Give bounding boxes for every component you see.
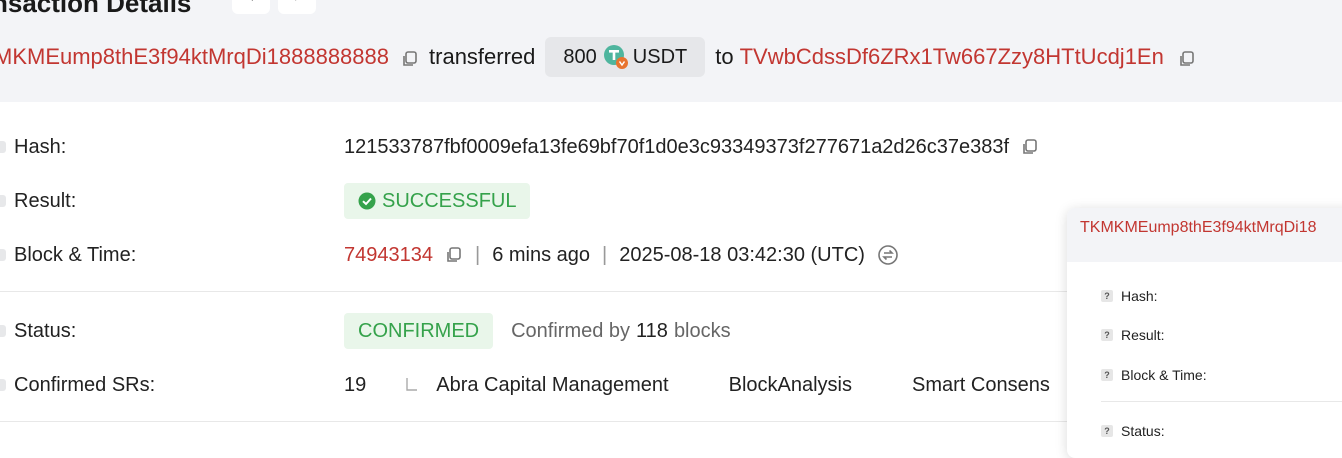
sr-link[interactable]: BlockAnalysis [729,374,852,397]
transferred-text: transferred [429,44,536,69]
timezone-toggle-icon[interactable] [877,244,899,266]
result-label: Result: [14,189,77,212]
confirmed-by-prefix: Confirmed by [511,319,631,342]
block-age: 6 mins ago [492,243,591,266]
copy-icon[interactable] [445,246,463,264]
page-title: nsaction Details [0,0,192,18]
chevron-left-icon [244,0,258,7]
popup-status-label: Status: [1121,423,1165,439]
copy-icon[interactable] [1178,48,1196,66]
confirmed-srs-value-group: 19 Abra Capital Management BlockAnalysis… [344,374,1050,397]
hash-row: Hash: 121533787fbf0009efa13fe69bf70f1d0e… [0,127,1070,167]
token-symbol: USDT [632,45,688,68]
help-icon[interactable]: ? [1101,329,1113,341]
section-divider [0,291,1070,292]
confirmed-by-suffix: blocks [673,319,731,342]
help-icon[interactable] [0,195,6,207]
popup-result-row: ? Result: [1101,327,1165,343]
popup-result-label: Result: [1121,327,1165,343]
block-number-link[interactable]: 74943134 [344,244,433,267]
popup-divider [1101,401,1342,402]
status-row: Status: CONFIRMED Confirmed by 118 block… [0,311,1070,351]
check-circle-icon [358,192,376,210]
popup-hash-row: ? Hash: [1101,288,1158,304]
prev-transaction-button[interactable] [232,0,270,14]
popup-block-label: Block & Time: [1121,367,1207,383]
popup-address[interactable]: TKMKMEump8thE3f94ktMrqDi18 [1080,219,1317,237]
popup-body: ? Hash: ? Result: ? Block & Time: ? Stat… [1078,264,1342,458]
result-row: Result: SUCCESSFUL [0,181,1070,221]
block-time-row: Block & Time: 74943134 | 6 mins ago | 20… [0,235,1070,275]
popup-status-row: ? Status: [1101,423,1165,439]
popup-block-row: ? Block & Time: [1101,367,1207,383]
status-badge: CONFIRMED [344,313,494,349]
block-timestamp: 2025-08-18 03:42:30 (UTC) [619,243,865,266]
token-amount: 800 [563,45,597,68]
help-icon[interactable] [0,141,6,153]
status-value-group: CONFIRMED Confirmed by 118 blocks [344,313,731,349]
confirmed-srs-row: Confirmed SRs: 19 Abra Capital Managemen… [0,365,1070,405]
transfer-line: MKMEump8thE3f94ktMrqDi1888888888 transfe… [0,36,1200,78]
tree-branch-icon [406,378,418,392]
chevron-right-icon [290,0,304,7]
separator: | [474,243,481,266]
separator: | [602,243,608,266]
block-time-label: Block & Time: [14,243,137,266]
result-badge: SUCCESSFUL [344,183,531,219]
sr-link[interactable]: Abra Capital Management [436,374,668,397]
usdt-token-icon [603,44,629,70]
status-label: Status: [14,319,77,342]
from-address-link[interactable]: MKMEump8thE3f94ktMrqDi1888888888 [0,44,389,70]
hash-label: Hash: [14,135,67,158]
help-icon[interactable] [0,325,6,337]
confirmed-by-count: 118 [636,319,668,342]
result-value: SUCCESSFUL [382,189,517,212]
help-icon[interactable]: ? [1101,369,1113,381]
help-icon[interactable] [0,379,6,391]
help-icon[interactable]: ? [1101,290,1113,302]
sr-link[interactable]: Smart Consens [912,374,1050,397]
section-divider [0,421,1070,422]
popup-hash-label: Hash: [1121,288,1158,304]
to-text: to [715,44,734,69]
help-icon[interactable] [0,249,6,261]
hash-value-group: 121533787fbf0009efa13fe69bf70f1d0e3c9334… [344,136,1043,159]
block-time-value-group: 74943134 | 6 mins ago | 2025-08-18 03:42… [344,244,899,267]
to-address-link[interactable]: TVwbCdssDf6ZRx1Tw667Zzy8HTtUcdj1En [740,44,1164,70]
next-transaction-button[interactable] [278,0,316,14]
help-icon[interactable]: ? [1101,425,1113,437]
copy-icon[interactable] [1021,138,1039,156]
hash-value: 121533787fbf0009efa13fe69bf70f1d0e3c9334… [344,135,1010,158]
token-amount-pill[interactable]: 800 USDT [545,37,706,77]
confirmed-srs-label: Confirmed SRs: [14,373,156,396]
result-value-group: SUCCESSFUL [344,183,531,219]
address-preview-popup[interactable]: TKMKMEump8thE3f94ktMrqDi18 ? Hash: ? Res… [1067,208,1342,458]
copy-icon[interactable] [401,48,419,66]
srs-count: 19 [344,373,367,396]
